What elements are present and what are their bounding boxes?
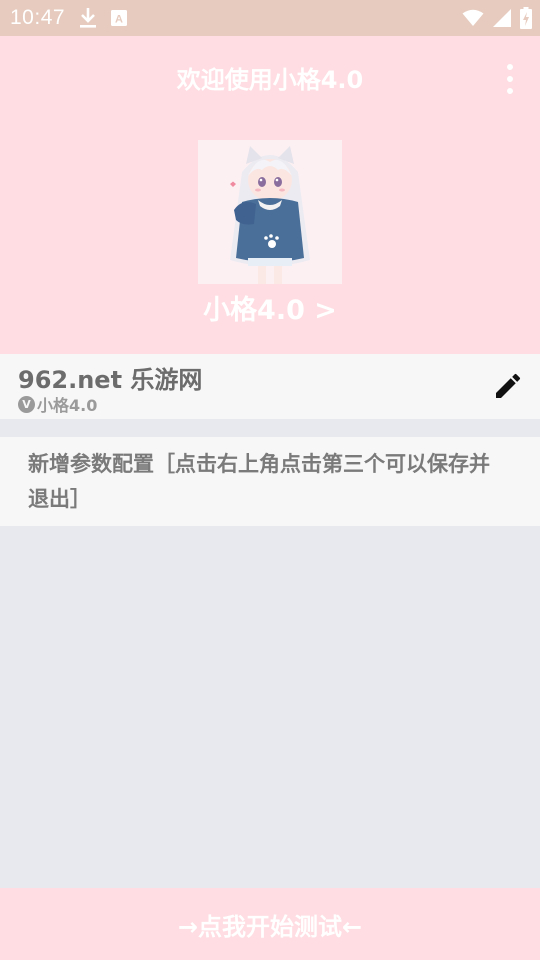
config-title: 962.net 乐游网 — [18, 366, 203, 394]
wifi-icon — [462, 9, 484, 27]
avatar[interactable] — [198, 140, 342, 284]
status-left-icons: A — [79, 7, 128, 29]
notice-card[interactable]: 新增参数配置［点击右上角点击第三个可以保存并退出］ — [0, 437, 540, 526]
profile-name-link[interactable]: 小格4.0 > — [0, 288, 540, 327]
font-a-letter: A — [115, 14, 123, 26]
menu-dot — [507, 64, 513, 70]
menu-dot — [507, 88, 513, 94]
anime-girl-avatar-image — [198, 140, 342, 284]
battery-charging-icon — [520, 7, 532, 29]
font-a-icon: A — [111, 10, 128, 26]
notice-text: 新增参数配置［点击右上角点击第三个可以保存并退出］ — [28, 452, 490, 511]
menu-dot — [507, 76, 513, 82]
app-title: 欢迎使用小格4.0 — [176, 66, 364, 94]
signal-icon — [492, 8, 512, 28]
config-card[interactable]: 962.net 乐游网 V 小格4.0 — [0, 354, 540, 419]
download-icon — [79, 7, 97, 29]
start-test-button[interactable]: →点我开始测试← — [0, 888, 540, 960]
status-time: 10:47 — [10, 6, 66, 29]
config-version: 小格4.0 — [37, 396, 98, 415]
config-version-row: V 小格4.0 — [18, 392, 97, 416]
status-bar: 10:47 A — [0, 0, 540, 36]
header: 欢迎使用小格4.0 小格4.0 > — [0, 36, 540, 354]
status-right-icons — [462, 7, 532, 29]
pencil-icon[interactable] — [492, 370, 524, 402]
more-vert-icon[interactable] — [502, 64, 518, 94]
version-badge-icon: V — [18, 395, 35, 413]
